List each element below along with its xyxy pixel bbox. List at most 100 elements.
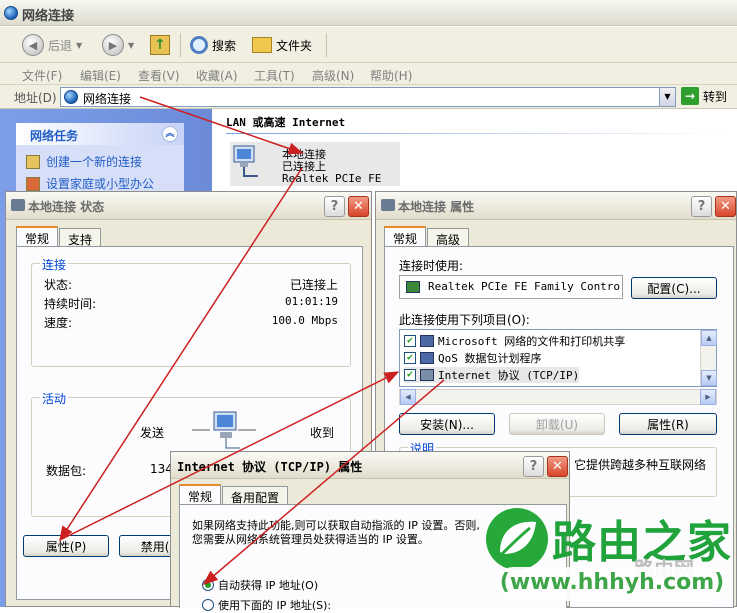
collapse-chevron-icon[interactable]: ︽ — [162, 126, 178, 142]
network-globe-icon — [4, 6, 18, 20]
checkbox[interactable]: ✔ — [404, 335, 416, 347]
tab-alternate-config[interactable]: 备用配置 — [222, 486, 289, 505]
help-button[interactable]: ? — [691, 196, 712, 217]
connection-group: 连接 状态: 已连接上 持续时间: 01:01:19 速度: 100.0 Mbp… — [31, 256, 351, 367]
network-activity-icon — [192, 411, 256, 449]
forward-button[interactable]: ▶ ▼ — [102, 32, 134, 58]
forward-arrow-icon: ▶ — [102, 34, 124, 56]
menu-edit[interactable]: 编辑(E) — [80, 67, 121, 84]
tab-general[interactable]: 常规 — [384, 226, 427, 247]
toolbar-separator — [180, 33, 181, 57]
sent-label: 发送 — [140, 426, 165, 440]
intro-line-2: 您需要从网络系统管理员处获得适当的 IP 设置。 — [192, 533, 429, 546]
menu-help[interactable]: 帮助(H) — [370, 67, 412, 84]
item-properties-button[interactable]: 属性(R) — [619, 413, 717, 435]
adapter-box: Realtek PCIe FE Family Control — [399, 275, 623, 299]
local-connection-item[interactable]: 本地连接 已连接上 Realtek PCIe FE ... — [230, 142, 400, 197]
horizontal-scrollbar[interactable]: ◀ ▶ — [399, 389, 717, 405]
radio-dot — [205, 582, 211, 588]
radio-unselected[interactable] — [202, 599, 214, 611]
menu-advanced[interactable]: 高级(N) — [312, 67, 354, 84]
radio-selected[interactable] — [202, 579, 214, 591]
list-item[interactable]: ✔ QoS 数据包计划程序 — [404, 350, 542, 366]
tcpip-tabs: 常规 备用配置 — [179, 484, 289, 505]
properties-tabs: 常规 高级 — [384, 226, 470, 247]
scroll-down-icon[interactable]: ▼ — [701, 370, 717, 386]
activity-group-label: 活动 — [40, 390, 69, 407]
status-dialog-titlebar: 本地连接 状态 ? ✕ — [6, 192, 371, 220]
manual-ip-option[interactable]: 使用下面的 IP 地址(S): — [202, 597, 331, 613]
network-tasks-header[interactable]: 网络任务 ︽ — [16, 123, 184, 145]
address-dropdown-button[interactable]: ▼ — [659, 88, 675, 106]
tab-advanced[interactable]: 高级 — [427, 228, 470, 247]
go-arrow-icon: → — [681, 87, 699, 105]
menu-tools[interactable]: 工具(T) — [254, 67, 295, 84]
checkbox[interactable]: ✔ — [404, 369, 416, 381]
duration-key: 持续时间: — [44, 297, 97, 311]
components-list: ✔ Microsoft 网络的文件和打印机共享 ✔ QoS 数据包计划程序 ✔ … — [399, 329, 717, 387]
leaf-logo-icon — [486, 508, 548, 570]
configure-button[interactable]: 配置(C)... — [631, 277, 717, 299]
back-button[interactable]: ◀ 后退 ▼ — [22, 32, 82, 58]
back-arrow-icon: ◀ — [22, 34, 44, 56]
home-network-icon — [26, 176, 40, 191]
folders-button[interactable]: 文件夹 — [252, 32, 312, 58]
up-folder-button[interactable]: ↑ — [150, 32, 170, 58]
watermark: 路由之家 路由网 (www.hhhyh.com) — [484, 503, 737, 607]
tab-general[interactable]: 常规 — [16, 226, 59, 247]
network-globe-icon — [64, 90, 78, 104]
properties-button[interactable]: 属性(P) — [23, 535, 109, 557]
close-button[interactable]: ✕ — [348, 196, 369, 217]
window-title: 网络连接 — [22, 9, 75, 24]
chevron-down-icon: ▼ — [128, 40, 135, 50]
received-label: 收到 — [310, 426, 335, 440]
folder-up-icon: ↑ — [150, 35, 170, 55]
new-connection-icon — [26, 154, 40, 169]
list-item[interactable]: ✔ Microsoft 网络的文件和打印机共享 — [404, 333, 625, 349]
chevron-down-icon: ▼ — [76, 40, 83, 50]
install-button[interactable]: 安装(N)... — [399, 413, 495, 435]
tab-general[interactable]: 常规 — [179, 484, 222, 505]
status-tabs: 常规 支持 — [16, 226, 102, 247]
close-button[interactable]: ✕ — [547, 456, 568, 477]
list-scrollbar[interactable]: ▲ ▼ — [700, 330, 717, 386]
properties-dialog-titlebar: 本地连接 属性 ? ✕ — [376, 192, 736, 220]
network-icon — [11, 199, 25, 211]
folder-icon — [252, 37, 272, 53]
menu-file[interactable]: 文件(F) — [22, 67, 62, 84]
address-input[interactable]: 网络连接 ▼ — [60, 87, 676, 107]
search-icon — [190, 36, 208, 54]
duration-value: 01:01:19 — [285, 295, 338, 308]
task-setup-home-network[interactable]: 设置家庭或小型办公 — [26, 175, 154, 192]
tab-support[interactable]: 支持 — [59, 228, 102, 247]
scroll-left-icon[interactable]: ◀ — [400, 389, 416, 405]
go-button[interactable]: → 转到 — [681, 87, 727, 105]
help-button[interactable]: ? — [523, 456, 544, 477]
checkbox[interactable]: ✔ — [404, 352, 416, 364]
section-divider — [226, 133, 726, 134]
connect-using-label: 连接时使用: — [399, 259, 464, 273]
menu-view[interactable]: 查看(V) — [138, 67, 180, 84]
speed-value: 100.0 Mbps — [271, 314, 338, 327]
task-create-connection[interactable]: 创建一个新的连接 — [26, 153, 142, 170]
explorer-titlebar: 网络连接 — [0, 0, 737, 26]
section-header: LAN 或高速 Internet — [226, 116, 346, 129]
scroll-right-icon[interactable]: ▶ — [700, 389, 716, 405]
scroll-up-icon[interactable]: ▲ — [701, 330, 717, 346]
packets-label: 数据包: — [46, 464, 87, 478]
qos-icon — [420, 352, 434, 364]
search-button[interactable]: 搜索 — [190, 32, 236, 58]
tcpip-dialog-titlebar: Internet 协议 (TCP/IP) 属性 ? ✕ — [171, 452, 569, 479]
list-item-tcpip[interactable]: ✔ Internet 协议 (TCP/IP) — [404, 367, 580, 383]
auto-ip-option[interactable]: 自动获得 IP 地址(O) — [202, 577, 318, 593]
address-label: 地址(D) — [14, 91, 57, 105]
network-icon — [381, 199, 395, 211]
protocol-icon — [420, 369, 434, 381]
help-button[interactable]: ? — [324, 196, 345, 217]
watermark-url: (www.hhhyh.com) — [496, 567, 728, 601]
status-value: 已连接上 — [289, 278, 338, 292]
adapter-name: Realtek PCIe FE Family Control — [428, 280, 620, 293]
close-button[interactable]: ✕ — [715, 196, 736, 217]
menu-favorites[interactable]: 收藏(A) — [196, 67, 238, 84]
leaf-logo-shape — [500, 521, 536, 556]
